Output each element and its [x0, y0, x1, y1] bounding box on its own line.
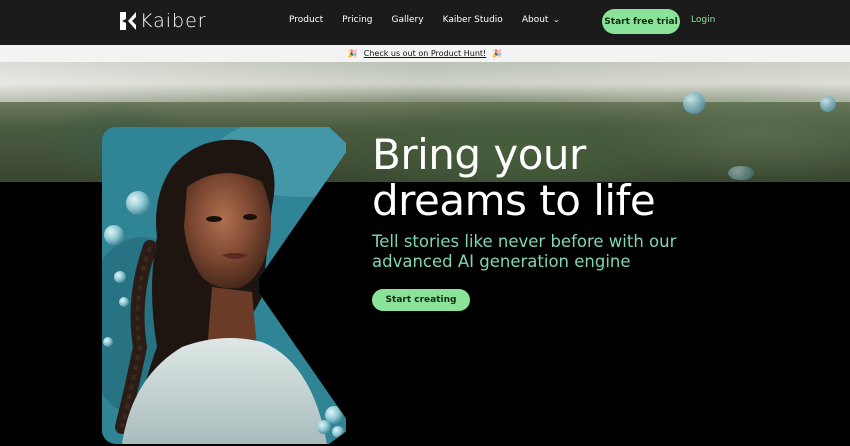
- kaiber-logo-icon: [120, 12, 136, 30]
- hero-title: Bring your dreams to life: [372, 132, 792, 224]
- nav-links: Product Pricing Gallery Kaiber Studio Ab…: [289, 15, 579, 25]
- product-hunt-link[interactable]: Check us out on Product Hunt!: [364, 49, 487, 58]
- hero-portrait-image: [102, 127, 346, 444]
- party-popper-icon: 🎉: [492, 49, 503, 58]
- hero-title-line1: Bring your: [372, 130, 586, 179]
- nav-link-product[interactable]: Product: [289, 15, 323, 25]
- start-free-trial-button[interactable]: Start free trial: [602, 9, 680, 34]
- nav-link-about[interactable]: About ⌄: [521, 15, 561, 25]
- bubble-decoration: [820, 96, 836, 112]
- party-popper-icon: 🎉: [347, 49, 358, 58]
- nav-link-about-label: About: [521, 15, 549, 25]
- chevron-down-icon: ⌄: [552, 15, 561, 24]
- promo-banner: 🎉 Check us out on Product Hunt! 🎉: [0, 45, 850, 62]
- top-nav: Kaiber Product Pricing Gallery Kaiber St…: [0, 0, 850, 45]
- hero-title-line2: dreams to life: [372, 176, 656, 225]
- start-creating-button[interactable]: Start creating: [372, 289, 470, 311]
- nav-link-kaiber-studio[interactable]: Kaiber Studio: [443, 15, 503, 25]
- hero-subtitle: Tell stories like never before with our …: [372, 232, 677, 271]
- login-link[interactable]: Login: [691, 15, 715, 25]
- nav-link-pricing[interactable]: Pricing: [342, 15, 372, 25]
- hero-background-mist: [0, 62, 850, 102]
- nav-link-gallery[interactable]: Gallery: [392, 15, 424, 25]
- bubble-decoration: [683, 92, 705, 114]
- kaiber-logo[interactable]: Kaiber: [120, 11, 207, 31]
- logo-text: Kaiber: [140, 10, 207, 32]
- portrait-illustration: [102, 127, 346, 444]
